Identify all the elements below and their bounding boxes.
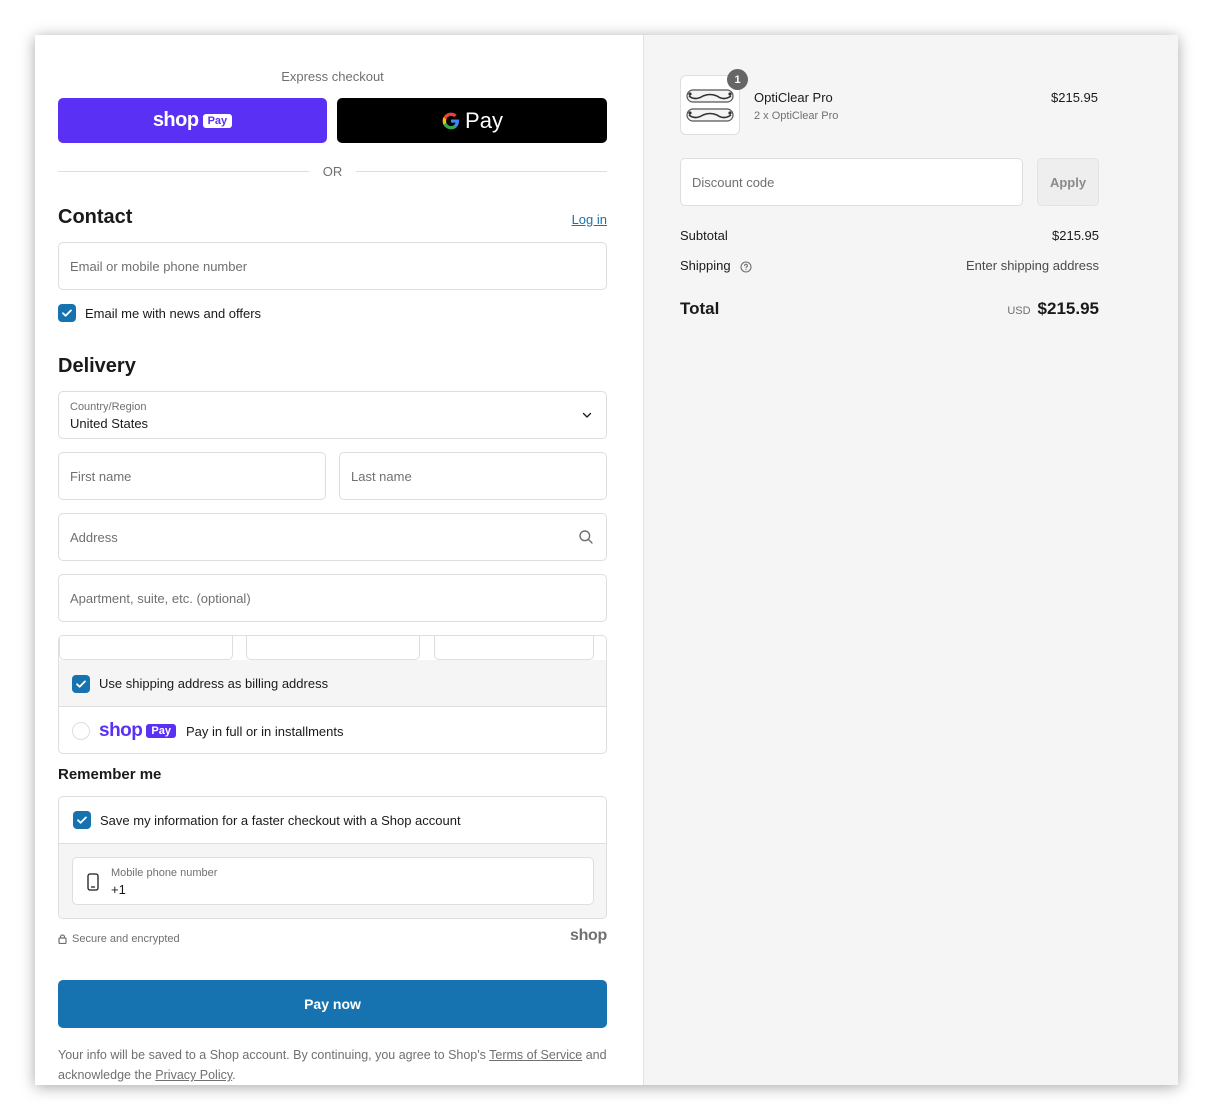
checkmark-icon	[62, 309, 72, 317]
email-input[interactable]	[59, 243, 606, 289]
delivery-heading: Delivery	[58, 355, 136, 377]
shop-pay-logo-word: shop	[152, 109, 199, 131]
remember-me-heading: Remember me	[58, 766, 162, 783]
total-row: Total USD $215.95	[680, 299, 1099, 319]
address-input[interactable]	[59, 514, 606, 560]
checkout-window: Express checkout shop Pay Pay OR Contact…	[35, 35, 1178, 1085]
mobile-phone-field[interactable]: Mobile phone number +1	[72, 857, 594, 905]
mobile-phone-label: Mobile phone number	[111, 867, 218, 879]
save-info-checkbox-row[interactable]: Save my information for a faster checkou…	[59, 797, 606, 844]
quantity-badge: 1	[727, 69, 748, 90]
legal-suffix: .	[232, 1068, 236, 1082]
remember-me-box: Save my information for a faster checkou…	[58, 796, 607, 919]
google-pay-label: Pay	[465, 107, 503, 133]
total-amount: $215.95	[1037, 299, 1099, 318]
shop-pay-option-logo-word: shop	[99, 720, 143, 741]
shop-pay-radio[interactable]	[72, 722, 90, 740]
discount-code-input[interactable]	[681, 159, 1022, 205]
privacy-policy-link[interactable]: Privacy Policy	[155, 1068, 232, 1082]
google-pay-button[interactable]: Pay	[337, 98, 607, 143]
shipping-label: Shipping	[680, 258, 731, 273]
product-variant: 2 x OptiClear Pro	[754, 110, 839, 122]
mobile-phone-icon	[87, 873, 99, 891]
help-icon[interactable]	[740, 261, 752, 273]
subtotal-row: Subtotal $215.95	[680, 228, 1099, 243]
first-name-input[interactable]	[59, 453, 325, 499]
first-name-field[interactable]	[58, 452, 326, 500]
country-select-value: United States	[70, 416, 149, 431]
country-select[interactable]: Country/Region United States	[58, 391, 607, 439]
login-link[interactable]: Log in	[572, 212, 607, 227]
express-checkout-label: Express checkout	[281, 69, 384, 84]
lock-icon	[58, 934, 67, 944]
checkmark-icon	[77, 816, 87, 824]
newsletter-checkbox-row[interactable]: Email me with news and offers	[58, 304, 261, 322]
email-field[interactable]	[58, 242, 607, 290]
discount-code-field[interactable]	[680, 158, 1023, 206]
zip-field[interactable]	[434, 636, 594, 660]
country-select-label: Country/Region	[70, 401, 147, 413]
currency-code: USD	[1007, 305, 1031, 317]
divider-line	[356, 170, 607, 172]
save-info-checkbox[interactable]	[73, 811, 91, 829]
search-icon	[579, 530, 593, 544]
or-divider: OR	[58, 161, 607, 181]
or-text: OR	[322, 163, 343, 179]
billing-checkbox[interactable]	[72, 674, 90, 693]
apartment-field[interactable]	[58, 574, 607, 622]
mobile-phone-value: +1	[111, 882, 126, 897]
shop-pay-option-row[interactable]: shop Pay Pay in full or in installments	[72, 707, 594, 753]
checkout-form-column: Express checkout shop Pay Pay OR Contact…	[35, 35, 643, 1085]
subtotal-value: $215.95	[1052, 228, 1099, 243]
product-name: OptiClear Pro	[754, 90, 833, 105]
terms-of-service-link[interactable]: Terms of Service	[489, 1048, 582, 1062]
checkmark-icon	[76, 680, 86, 688]
newsletter-label: Email me with news and offers	[85, 305, 262, 321]
billing-payment-box: Use shipping address as billing address …	[58, 635, 607, 754]
subtotal-label: Subtotal	[680, 228, 728, 243]
shipping-row: Shipping Enter shipping address	[680, 258, 1099, 273]
last-name-field[interactable]	[339, 452, 607, 500]
legal-prefix: Your info will be saved to a Shop accoun…	[58, 1048, 490, 1062]
secure-label: Secure and encrypted	[72, 933, 180, 945]
legal-text: Your info will be saved to a Shop accoun…	[58, 1045, 613, 1085]
chevron-down-icon	[582, 412, 592, 418]
save-info-label: Save my information for a faster checkou…	[100, 812, 461, 828]
pay-now-button[interactable]: Pay now	[58, 980, 607, 1028]
address-field[interactable]	[58, 513, 607, 561]
shop-pay-logo-badge: Pay	[202, 113, 233, 128]
last-name-input[interactable]	[340, 453, 606, 499]
contact-heading: Contact	[58, 206, 133, 228]
shipping-value: Enter shipping address	[966, 258, 1099, 273]
shop-brand-logo: shop	[569, 927, 607, 944]
city-field[interactable]	[59, 636, 233, 660]
order-summary-column: 1 OptiClear Pro 2 x OptiClear Pro $215.9…	[643, 35, 1178, 1085]
phone-section: Mobile phone number +1	[59, 844, 606, 918]
shop-pay-button[interactable]: shop Pay	[58, 98, 327, 143]
secure-notice: Secure and encrypted	[58, 933, 180, 945]
total-label: Total	[680, 299, 720, 318]
shop-pay-option-description: Pay in full or in installments	[185, 723, 344, 739]
city-state-zip-fields	[59, 636, 606, 661]
state-field[interactable]	[246, 636, 420, 660]
shipping-label-group: Shipping	[680, 258, 752, 273]
apply-discount-button[interactable]: Apply	[1037, 158, 1099, 206]
apartment-input[interactable]	[59, 575, 606, 621]
total-value-group: USD $215.95	[1007, 299, 1099, 319]
google-g-icon	[442, 112, 460, 129]
newsletter-checkbox[interactable]	[58, 304, 76, 322]
shop-pay-option-logo-badge: Pay	[146, 724, 176, 738]
billing-label: Use shipping address as billing address	[99, 676, 329, 691]
divider-line	[58, 170, 309, 172]
product-price: $215.95	[1051, 90, 1098, 105]
billing-checkbox-row[interactable]: Use shipping address as billing address	[72, 660, 594, 707]
